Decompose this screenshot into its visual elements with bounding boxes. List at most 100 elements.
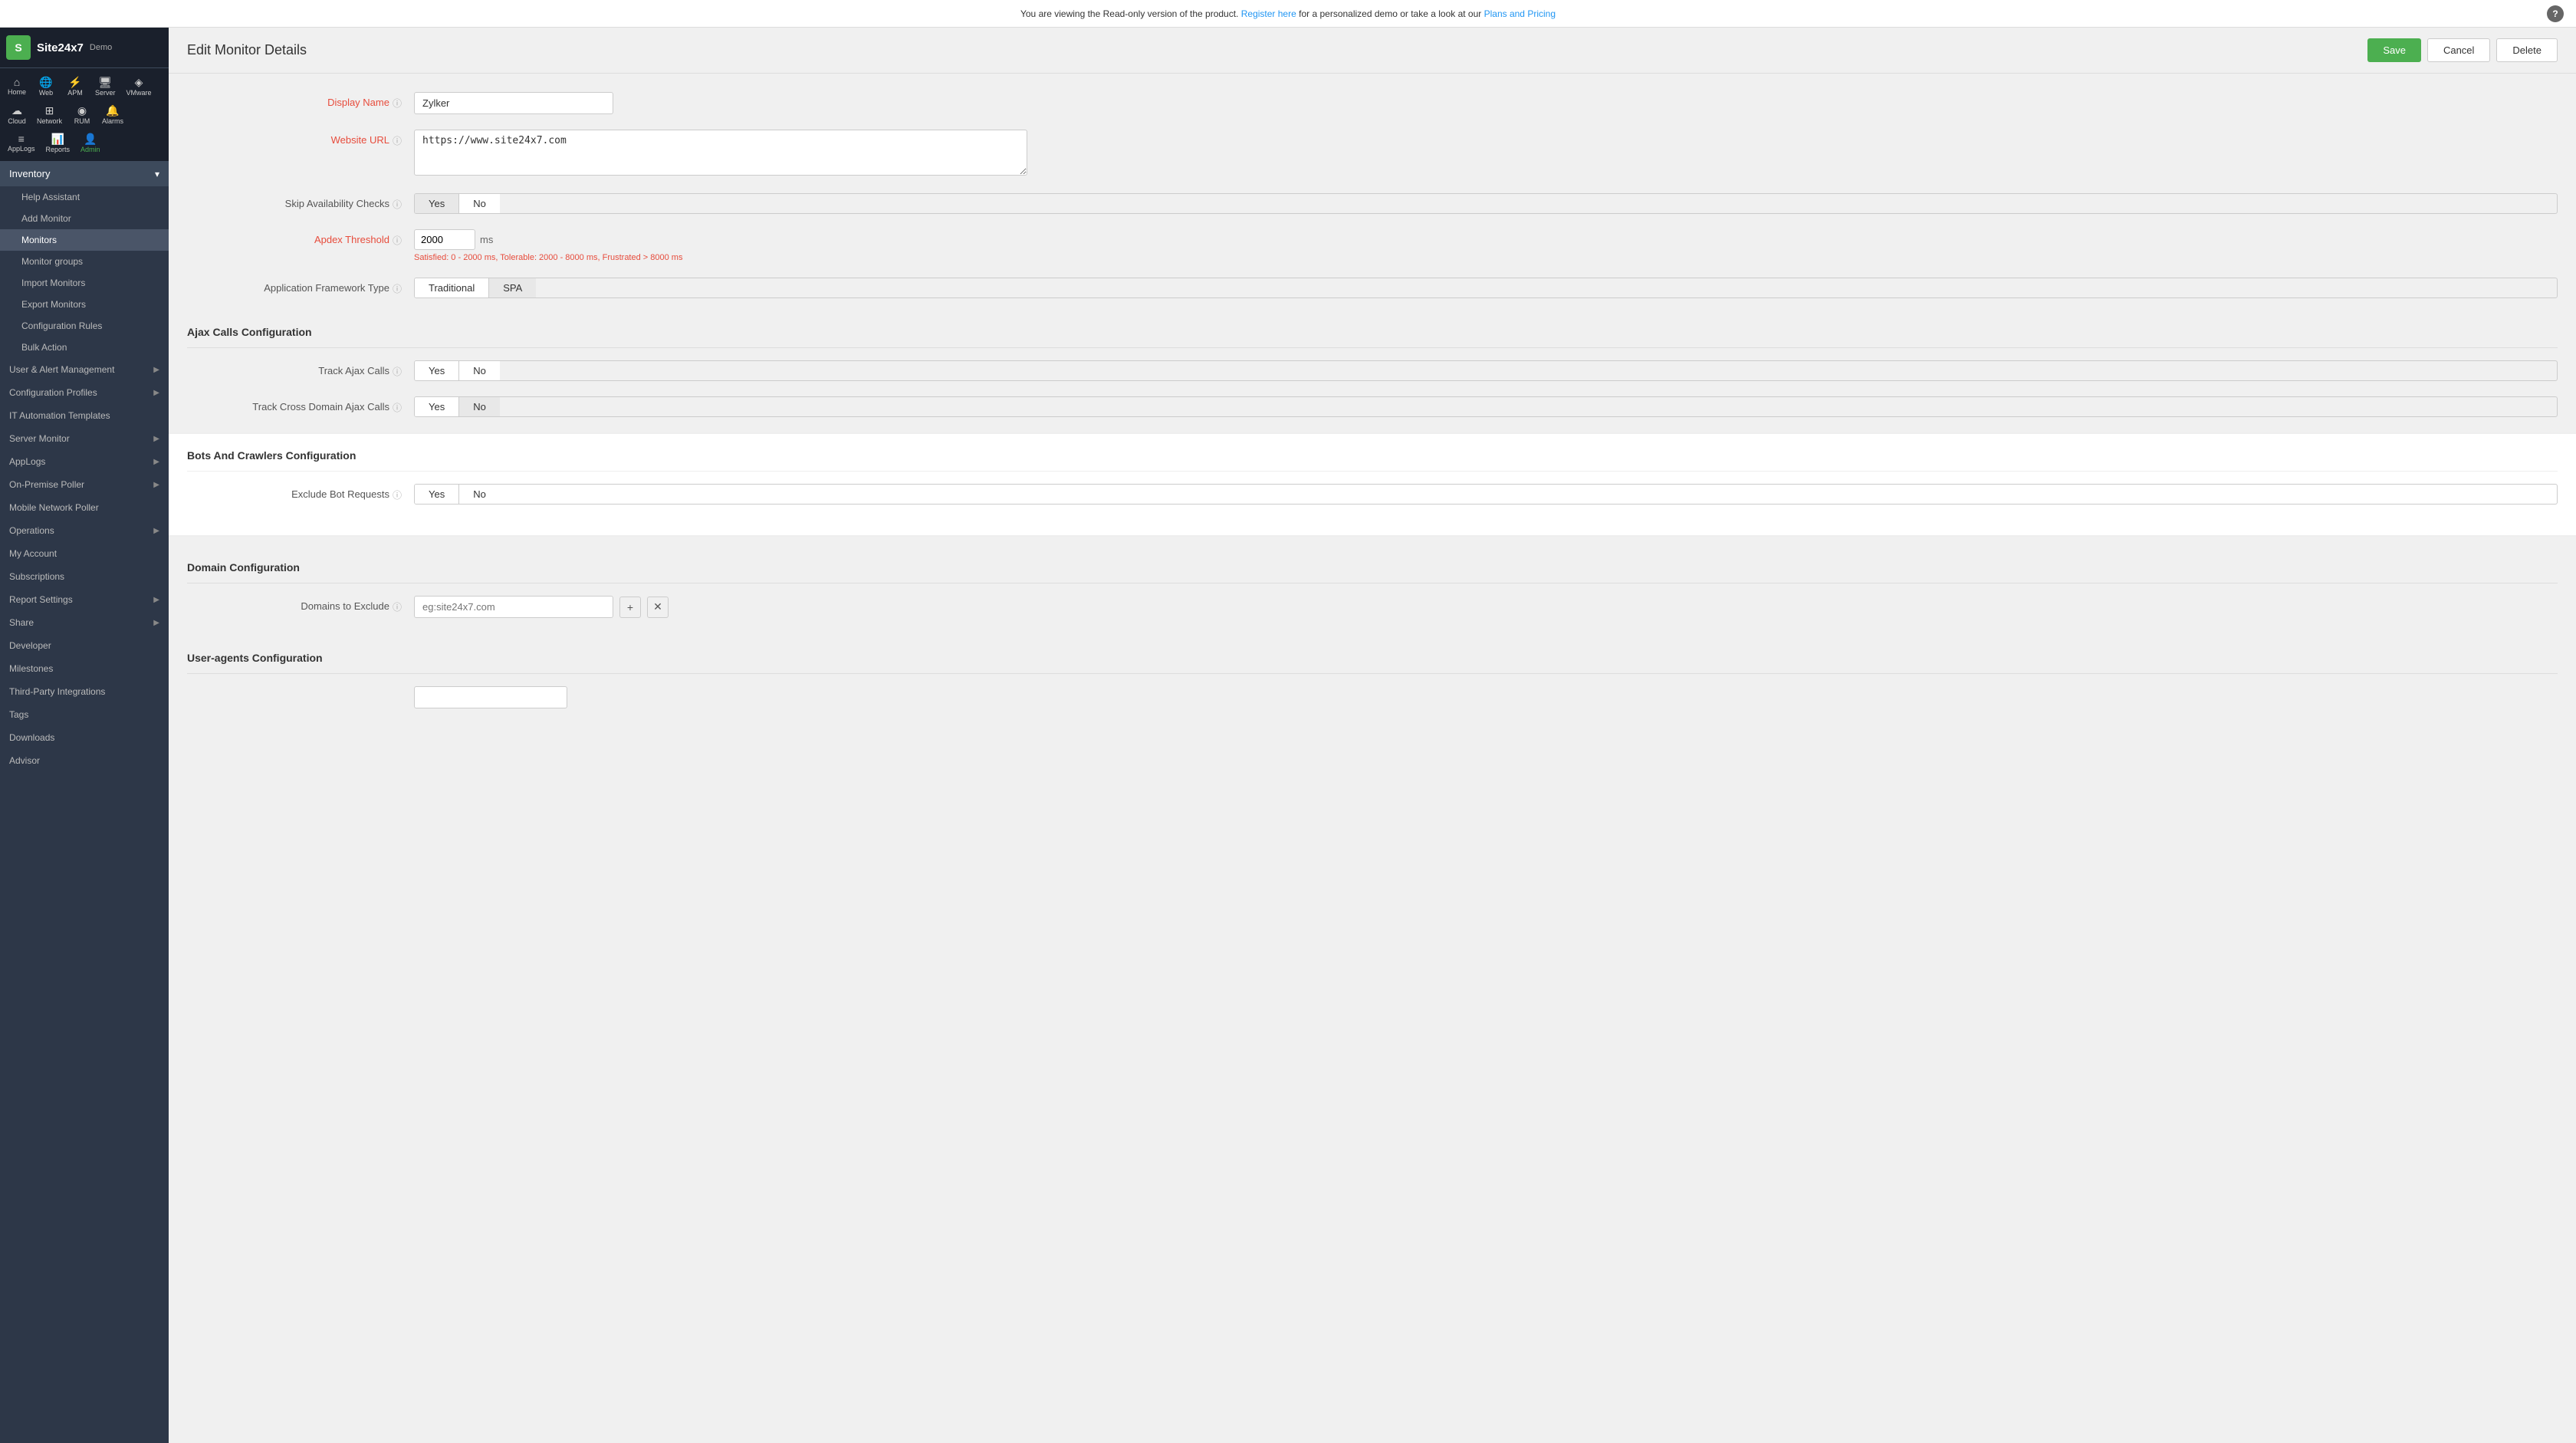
website-url-label-text: Website URL (331, 134, 389, 146)
nav-icon-apm[interactable]: ⚡ APM (61, 73, 89, 100)
sidebar-item-advisor[interactable]: Advisor (0, 749, 169, 772)
delete-button[interactable]: Delete (2496, 38, 2558, 62)
track-ajax-label-text: Track Ajax Calls (318, 365, 389, 376)
track-ajax-label: Track Ajax Calls ⓘ (187, 360, 402, 378)
track-ajax-no-btn[interactable]: No (459, 361, 500, 380)
apdex-hint: Satisfied: 0 - 2000 ms, Tolerable: 2000 … (414, 253, 2558, 262)
sidebar-subitem-monitors[interactable]: Monitors (0, 229, 169, 251)
sidebar-item-third-party[interactable]: Third-Party Integrations (0, 680, 169, 703)
domains-to-exclude-label-text: Domains to Exclude (301, 600, 389, 612)
save-button[interactable]: Save (2367, 38, 2421, 62)
share-label: Share (9, 617, 147, 628)
exclude-bot-yes-btn[interactable]: Yes (415, 485, 459, 504)
nav-icon-server[interactable]: 🖥 Server (90, 73, 120, 100)
bots-section-title: Bots And Crawlers Configuration (187, 449, 2558, 472)
exclude-bot-toggle: Yes No (414, 484, 2558, 505)
nav-icon-network[interactable]: ⊞ Network (32, 101, 67, 128)
nav-icon-rum[interactable]: ◉ RUM (68, 101, 96, 128)
nav-icon-alarms[interactable]: 🔔 Alarms (97, 101, 128, 128)
skip-availability-label: Skip Availability Checks ⓘ (187, 193, 402, 211)
track-cross-domain-info-icon[interactable]: ⓘ (393, 401, 402, 414)
share-arrow: ▶ (153, 619, 159, 627)
add-domain-button[interactable]: + (619, 597, 641, 618)
app-framework-spa-btn[interactable]: SPA (489, 278, 536, 297)
user-alert-arrow: ▶ (153, 366, 159, 374)
header-actions: Save Cancel Delete (2367, 38, 2558, 62)
sidebar-brand: S Site24x7 Demo (0, 28, 169, 68)
sidebar-item-operations[interactable]: Operations ▶ (0, 519, 169, 542)
sidebar-item-applogs[interactable]: AppLogs ▶ (0, 450, 169, 473)
track-cross-domain-yes-btn[interactable]: Yes (415, 397, 459, 416)
useragents-input[interactable] (414, 686, 567, 708)
sidebar-item-tags[interactable]: Tags (0, 703, 169, 726)
apdex-info-icon[interactable]: ⓘ (393, 234, 402, 247)
sidebar-item-inventory[interactable]: Inventory ▾ (0, 161, 169, 186)
track-ajax-yes-btn[interactable]: Yes (415, 361, 459, 380)
mobile-network-label: Mobile Network Poller (9, 502, 159, 513)
display-name-info-icon[interactable]: ⓘ (393, 97, 402, 110)
sidebar-item-config-profiles[interactable]: Configuration Profiles ▶ (0, 381, 169, 404)
report-settings-label: Report Settings (9, 594, 147, 605)
nav-icon-vmware[interactable]: ◈ VMware (122, 73, 156, 100)
sidebar-item-subscriptions[interactable]: Subscriptions (0, 565, 169, 588)
domains-to-exclude-info-icon[interactable]: ⓘ (393, 600, 402, 613)
website-url-info-icon[interactable]: ⓘ (393, 134, 402, 147)
help-icon[interactable]: ? (2547, 5, 2564, 22)
sidebar-item-server-monitor[interactable]: Server Monitor ▶ (0, 427, 169, 450)
nav-icon-admin[interactable]: 👤 Admin (76, 130, 105, 156)
nav-icons-bar: ⌂ Home 🌐 Web ⚡ APM 🖥 Server ◈ VMware ☁ C (0, 68, 169, 161)
display-name-input[interactable] (414, 92, 613, 114)
sidebar-subitem-add-monitor[interactable]: Add Monitor (0, 208, 169, 229)
sidebar-subitem-bulk-action[interactable]: Bulk Action (0, 337, 169, 358)
app-framework-info-icon[interactable]: ⓘ (393, 282, 402, 295)
track-cross-domain-label: Track Cross Domain Ajax Calls ⓘ (187, 396, 402, 414)
remove-domain-button[interactable]: ✕ (647, 597, 669, 618)
sidebar-item-mobile-network[interactable]: Mobile Network Poller (0, 496, 169, 519)
track-ajax-info-icon[interactable]: ⓘ (393, 365, 402, 378)
bulk-action-label: Bulk Action (21, 342, 67, 353)
app-framework-traditional-btn[interactable]: Traditional (415, 278, 489, 297)
track-cross-domain-row: Track Cross Domain Ajax Calls ⓘ Yes No (187, 396, 2558, 417)
sidebar-subitem-config-rules[interactable]: Configuration Rules (0, 315, 169, 337)
sidebar-subitem-import-monitors[interactable]: Import Monitors (0, 272, 169, 294)
nav-icon-web[interactable]: 🌐 Web (32, 73, 60, 100)
config-rules-label: Configuration Rules (21, 320, 102, 331)
useragents-section-title: User-agents Configuration (187, 639, 2558, 674)
exclude-bot-label-text: Exclude Bot Requests (291, 488, 389, 500)
main-content: Edit Monitor Details Save Cancel Delete … (169, 28, 2576, 1443)
sidebar-item-it-automation[interactable]: IT Automation Templates (0, 404, 169, 427)
nav-icon-applogs[interactable]: ≡ AppLogs (3, 130, 40, 156)
register-link[interactable]: Register here (1241, 8, 1296, 19)
apdex-input[interactable] (414, 229, 475, 250)
exclude-bot-info-icon[interactable]: ⓘ (393, 488, 402, 501)
sidebar-subitem-help-assistant[interactable]: Help Assistant (0, 186, 169, 208)
domains-to-exclude-input[interactable] (414, 596, 613, 618)
sidebar-item-milestones[interactable]: Milestones (0, 657, 169, 680)
sidebar-subitem-export-monitors[interactable]: Export Monitors (0, 294, 169, 315)
nav-icon-home[interactable]: ⌂ Home (3, 73, 31, 100)
sidebar-item-report-settings[interactable]: Report Settings ▶ (0, 588, 169, 611)
exclude-bot-no-btn[interactable]: No (459, 485, 500, 504)
on-premise-arrow: ▶ (153, 481, 159, 489)
nav-icon-cloud[interactable]: ☁ Cloud (3, 101, 31, 128)
exclude-bot-control: Yes No (414, 484, 2558, 505)
sidebar-item-developer[interactable]: Developer (0, 634, 169, 657)
sidebar-item-my-account[interactable]: My Account (0, 542, 169, 565)
track-ajax-row: Track Ajax Calls ⓘ Yes No (187, 360, 2558, 381)
sidebar-item-user-alert[interactable]: User & Alert Management ▶ (0, 358, 169, 381)
nav-icon-reports[interactable]: 📊 Reports (41, 130, 75, 156)
website-url-input[interactable]: https://www.site24x7.com (414, 130, 1027, 176)
plans-link[interactable]: Plans and Pricing (1484, 8, 1556, 19)
track-cross-domain-no-btn[interactable]: No (459, 397, 500, 416)
apdex-label: Apdex Threshold ⓘ (187, 229, 402, 247)
sidebar-subitem-monitor-groups[interactable]: Monitor groups (0, 251, 169, 272)
skip-availability-no-btn[interactable]: No (459, 194, 500, 213)
domains-to-exclude-row: Domains to Exclude ⓘ + ✕ (187, 596, 2558, 618)
sidebar-item-on-premise[interactable]: On-Premise Poller ▶ (0, 473, 169, 496)
skip-availability-info-icon[interactable]: ⓘ (393, 198, 402, 211)
server-monitor-label: Server Monitor (9, 433, 147, 444)
sidebar-item-share[interactable]: Share ▶ (0, 611, 169, 634)
sidebar-item-downloads[interactable]: Downloads (0, 726, 169, 749)
cancel-button[interactable]: Cancel (2427, 38, 2490, 62)
skip-availability-yes-btn[interactable]: Yes (415, 194, 459, 213)
